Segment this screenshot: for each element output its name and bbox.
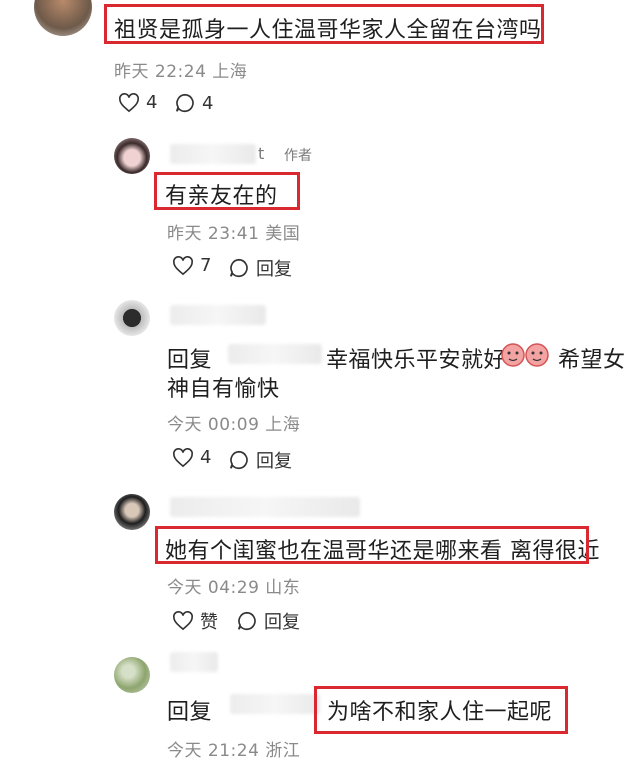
highlight-box [155, 526, 589, 564]
heart-icon [172, 255, 194, 276]
heart-icon [172, 611, 194, 631]
reply-count: 4 [202, 92, 214, 114]
blurred-username [170, 144, 256, 164]
reply-button[interactable]: 回复 [236, 608, 300, 634]
blurred-username [170, 652, 218, 672]
highlight-box [314, 686, 568, 734]
like-count: 7 [200, 255, 212, 276]
blurred-username [228, 344, 322, 364]
like-button[interactable]: 赞 [172, 608, 218, 634]
avatar[interactable] [114, 657, 150, 693]
comment-text: 希望女 [558, 348, 626, 373]
reply-button[interactable]: 回复 [228, 447, 292, 473]
heart-icon [118, 92, 140, 113]
emoji-icon [501, 340, 549, 368]
comment-meta: 昨天 22:24 上海 [114, 62, 248, 82]
reply-label: 回复 [256, 451, 292, 472]
like-count: 4 [200, 447, 212, 468]
comment-icon [228, 449, 250, 471]
comment-icon [236, 610, 258, 632]
comment-meta: 今天 21:24 浙江 [167, 741, 301, 761]
like-button[interactable]: 4 [172, 447, 211, 468]
comment-meta: 今天 04:29 山东 [167, 578, 301, 598]
avatar[interactable] [114, 494, 150, 530]
highlight-box [154, 172, 300, 210]
reply-prefix: 回复 [167, 700, 213, 725]
like-label: 赞 [200, 612, 218, 633]
author-tag: 作者 [284, 148, 312, 164]
comment-icon [228, 257, 250, 279]
avatar[interactable] [114, 138, 150, 174]
heart-icon [172, 447, 194, 468]
comment-meta: 今天 00:09 上海 [167, 415, 301, 435]
blurred-username [230, 694, 320, 714]
avatar[interactable] [34, 0, 92, 36]
comment-text: 神自有愉快 [167, 377, 280, 402]
comment-meta: 昨天 23:41 美国 [167, 224, 301, 244]
comment-text: 幸福快乐平安就好 [326, 348, 507, 373]
blurred-username [170, 305, 266, 325]
reply-prefix: 回复 [167, 348, 213, 373]
comment-icon [174, 92, 196, 114]
author-name-suffix: t [258, 144, 265, 163]
like-count: 4 [146, 92, 158, 113]
reply-button[interactable]: 回复 [228, 255, 292, 281]
like-button[interactable]: 7 [172, 255, 211, 276]
blurred-username [170, 497, 360, 517]
reply-label: 回复 [256, 259, 292, 280]
avatar[interactable] [114, 300, 150, 336]
reply-label: 回复 [264, 612, 300, 633]
like-button[interactable]: 4 [118, 92, 157, 113]
highlight-box [104, 4, 544, 44]
reply-button[interactable]: 4 [174, 92, 213, 114]
